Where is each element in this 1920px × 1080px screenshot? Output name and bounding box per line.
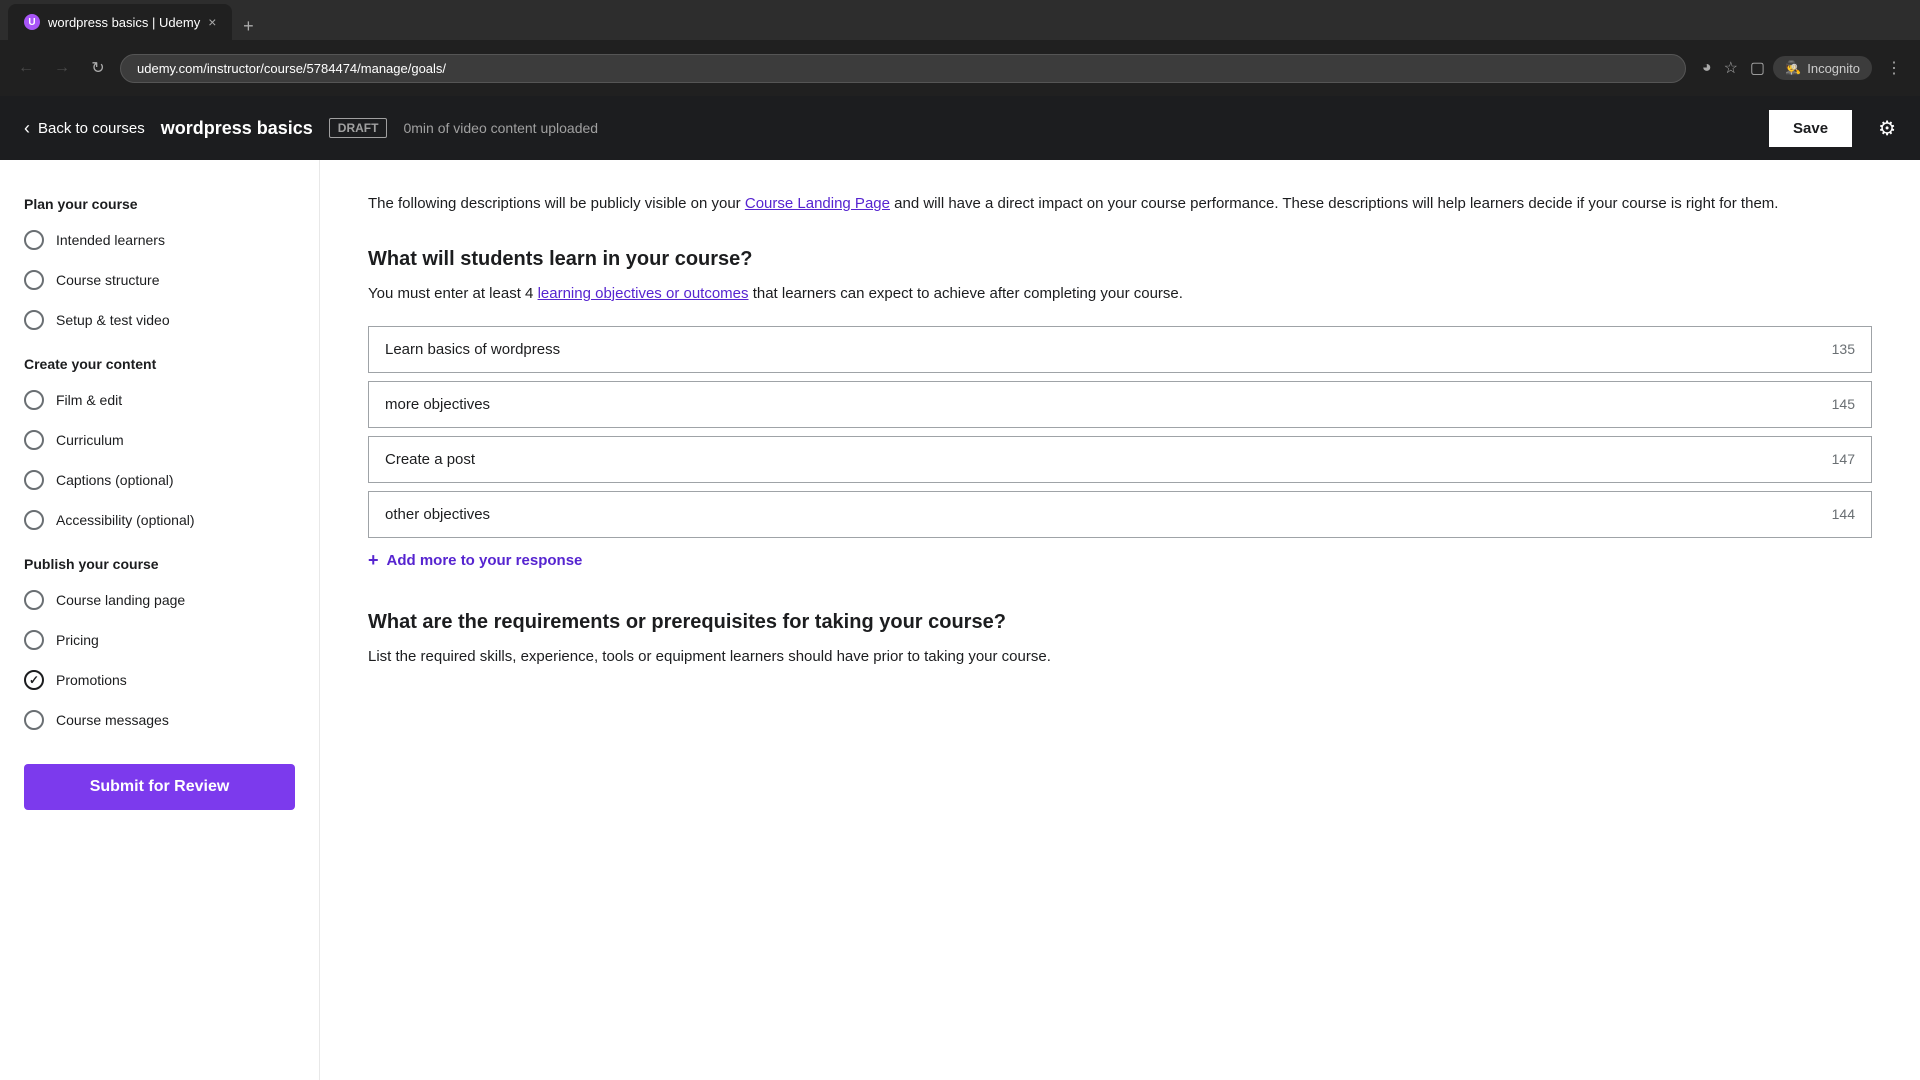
curriculum-label: Curriculum [56,432,124,448]
nav-icons: ◕ ☆ ▢ [1702,58,1765,78]
submit-for-review-button[interactable]: Submit for Review [24,764,295,810]
plan-section-title: Plan your course [0,180,319,220]
description-paragraph: The following descriptions will be publi… [368,192,1872,216]
objective-input-0[interactable] [369,327,1816,372]
create-section-title: Create your content [0,340,319,380]
description-text-1: The following descriptions will be publi… [368,195,741,212]
objectives-subtitle: You must enter at least 4 learning objec… [368,283,1872,306]
objective-input-1[interactable] [369,382,1816,427]
save-button[interactable]: Save [1767,108,1854,149]
add-more-label: Add more to your response [387,552,583,569]
sidebar-item-curriculum[interactable]: Curriculum [0,420,319,460]
objective-row-0: 135 [368,326,1872,373]
sidebar-item-captions[interactable]: Captions (optional) [0,460,319,500]
sidebar-item-promotions[interactable]: Promotions [0,660,319,700]
requirements-section-title: What are the requirements or prerequisit… [368,611,1872,634]
course-structure-radio [24,270,44,290]
intended-learners-label: Intended learners [56,232,165,248]
add-more-button[interactable]: + Add more to your response [368,550,582,571]
active-tab[interactable]: U wordpress basics | Udemy × [8,4,232,40]
objective-input-3[interactable] [369,492,1816,537]
course-landing-label: Course landing page [56,592,185,608]
forward-nav-button[interactable]: → [48,54,76,82]
browser-chrome: U wordpress basics | Udemy × + ← → ↻ ude… [0,0,1920,96]
app-header: ‹ Back to courses wordpress basics DRAFT… [0,96,1920,160]
tab-close-btn[interactable]: × [208,14,216,30]
objectives-link[interactable]: learning objectives or outcomes [538,285,749,302]
objective-input-2[interactable] [369,437,1816,482]
tab-title: wordpress basics | Udemy [48,15,200,30]
course-messages-radio [24,710,44,730]
curriculum-radio [24,430,44,450]
char-count-0: 135 [1816,341,1871,357]
captions-label: Captions (optional) [56,472,174,488]
course-messages-label: Course messages [56,712,169,728]
settings-gear-icon[interactable]: ⚙ [1878,116,1896,141]
main-layout: Plan your course Intended learners Cours… [0,160,1920,1080]
sidebar-item-course-structure[interactable]: Course structure [0,260,319,300]
objectives-subtitle-2: that learners can expect to achieve afte… [753,285,1183,302]
objectives-section-title: What will students learn in your course? [368,248,1872,271]
description-text-2: and will have a direct impact on your co… [894,195,1778,212]
course-landing-radio [24,590,44,610]
back-to-courses-link[interactable]: ‹ Back to courses [24,118,145,139]
char-count-3: 144 [1816,506,1871,522]
video-info: 0min of video content uploaded [403,120,1751,136]
address-bar[interactable]: udemy.com/instructor/course/5784474/mana… [120,54,1686,83]
film-edit-label: Film & edit [56,392,122,408]
sidebar-item-intended-learners[interactable]: Intended learners [0,220,319,260]
objectives-list: 135 145 147 144 [368,326,1872,538]
content-area: The following descriptions will be publi… [320,160,1920,1080]
accessibility-radio [24,510,44,530]
setup-test-video-label: Setup & test video [56,312,170,328]
requirements-text: List the required skills, experience, to… [368,646,1872,669]
back-arrow-icon: ‹ [24,118,30,139]
sidebar-item-course-landing[interactable]: Course landing page [0,580,319,620]
char-count-1: 145 [1816,396,1871,412]
reload-button[interactable]: ↻ [84,54,112,82]
draft-badge: DRAFT [329,118,388,138]
new-tab-button[interactable]: + [234,12,262,40]
intended-learners-radio [24,230,44,250]
film-edit-radio [24,390,44,410]
captions-radio [24,470,44,490]
objectives-subtitle-1: You must enter at least 4 [368,285,533,302]
back-to-courses-label: Back to courses [38,120,145,137]
publish-section-title: Publish your course [0,540,319,580]
promotions-radio [24,670,44,690]
tab-favicon: U [24,14,40,30]
objective-row-1: 145 [368,381,1872,428]
landing-page-link[interactable]: Course Landing Page [745,195,890,212]
incognito-badge: 🕵 Incognito [1773,56,1872,80]
char-count-2: 147 [1816,451,1871,467]
incognito-label: Incognito [1807,61,1860,76]
course-structure-label: Course structure [56,272,159,288]
plus-icon: + [368,550,379,571]
browser-nav: ← → ↻ udemy.com/instructor/course/578447… [0,40,1920,96]
promotions-label: Promotions [56,672,127,688]
objective-row-2: 147 [368,436,1872,483]
pricing-label: Pricing [56,632,99,648]
menu-button[interactable]: ⋮ [1880,54,1908,82]
course-title: wordpress basics [161,118,313,139]
sidebar-item-accessibility[interactable]: Accessibility (optional) [0,500,319,540]
profile-icon[interactable]: ▢ [1750,58,1765,78]
sidebar-item-setup-test-video[interactable]: Setup & test video [0,300,319,340]
sidebar-item-course-messages[interactable]: Course messages [0,700,319,740]
sidebar-item-pricing[interactable]: Pricing [0,620,319,660]
objective-row-3: 144 [368,491,1872,538]
sidebar-item-film-edit[interactable]: Film & edit [0,380,319,420]
setup-test-video-radio [24,310,44,330]
cast-icon[interactable]: ◕ [1702,59,1712,77]
back-nav-button[interactable]: ← [12,54,40,82]
browser-tabs: U wordpress basics | Udemy × + [0,0,1920,40]
pricing-radio [24,630,44,650]
bookmark-icon[interactable]: ☆ [1724,58,1738,78]
url-text: udemy.com/instructor/course/5784474/mana… [137,61,446,76]
sidebar: Plan your course Intended learners Cours… [0,160,320,1080]
incognito-icon: 🕵 [1785,60,1801,76]
accessibility-label: Accessibility (optional) [56,512,195,528]
